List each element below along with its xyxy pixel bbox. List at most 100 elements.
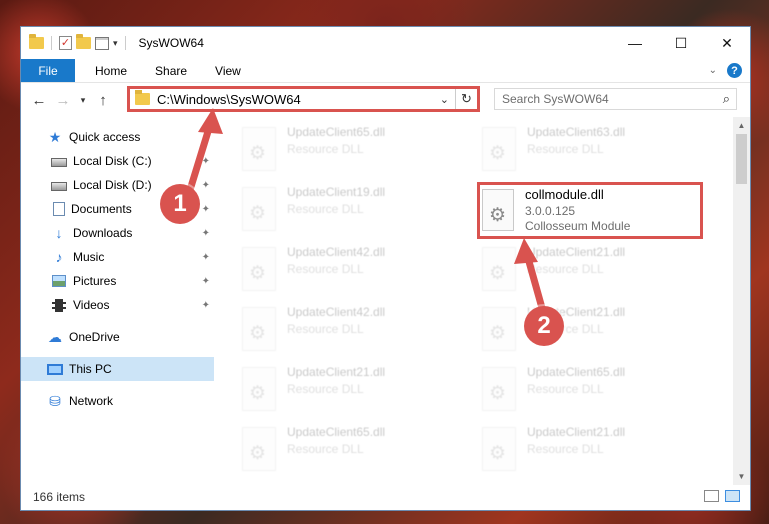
file-name: UpdateClient65.dll: [287, 425, 386, 439]
sidebar-item-music[interactable]: ♪ Music ✦: [21, 245, 214, 269]
sidebar-item-videos[interactable]: Videos ✦: [21, 293, 214, 317]
pin-icon: ✦: [201, 227, 210, 239]
back-button[interactable]: ←: [27, 88, 51, 112]
cloud-icon: ☁: [48, 329, 62, 345]
step-2-badge: 2: [524, 306, 564, 346]
sidebar-item-local-disk-c[interactable]: Local Disk (C:) ✦: [21, 149, 214, 173]
scroll-up-icon[interactable]: ▲: [733, 117, 750, 134]
dll-file-icon: [242, 307, 276, 351]
search-icon[interactable]: ⌕: [723, 91, 730, 107]
tab-view[interactable]: View: [201, 59, 255, 82]
help-icon[interactable]: ?: [727, 63, 742, 78]
list-item[interactable]: UpdateClient21.dllResource DLL: [482, 425, 702, 477]
list-item[interactable]: UpdateClient21.dllResource DLL: [242, 365, 462, 417]
list-item[interactable]: UpdateClient65.dll Resource DLL: [242, 125, 462, 177]
sidebar-item-downloads[interactable]: ↓ Downloads ✦: [21, 221, 214, 245]
list-item[interactable]: UpdateClient42.dll Resource DLL: [242, 305, 462, 357]
large-icons-view-icon[interactable]: [725, 490, 740, 502]
pictures-icon: [52, 275, 66, 287]
folder-icon: [29, 34, 44, 49]
list-item[interactable]: UpdateClient21.dll Resource DLL: [482, 245, 702, 297]
step-1-badge: 1: [160, 184, 200, 224]
file-type: Resource DLL: [527, 262, 604, 276]
search-input[interactable]: Search SysWOW64 ⌕: [494, 88, 737, 110]
recent-locations-chevron-icon[interactable]: ▾: [75, 88, 91, 112]
refresh-icon[interactable]: ↻: [455, 89, 477, 109]
list-item[interactable]: UpdateClient42.dll Resource DLL: [242, 245, 462, 297]
expand-ribbon-chevron-icon[interactable]: ⌄: [709, 65, 717, 76]
sidebar-item-label: Local Disk (D:): [73, 178, 152, 192]
file-name: collmodule.dll: [525, 187, 604, 202]
list-item[interactable]: UpdateClient19.dll Resource DLL: [242, 185, 462, 237]
sidebar-item-label: Network: [69, 394, 114, 408]
navigation-pane: ★ Quick access Local Disk (C:) ✦ Local D…: [21, 117, 214, 485]
disk-icon: [51, 182, 67, 191]
file-type: Resource DLL: [287, 442, 364, 456]
dll-file-icon: [482, 247, 516, 291]
sidebar-item-onedrive[interactable]: ☁ OneDrive: [21, 325, 214, 349]
quick-access-toolbar: ✓ ▾ SysWOW64: [21, 34, 204, 50]
checkmark-properties-icon[interactable]: ✓: [59, 36, 72, 50]
dll-file-icon: [482, 127, 516, 171]
list-item[interactable]: collmodule.dll 3.0.0.125 Collosseum Modu…: [482, 187, 702, 239]
file-name: UpdateClient21.dll: [527, 425, 626, 439]
file-type: Resource DLL: [287, 202, 364, 216]
new-folder-icon[interactable]: [76, 34, 91, 49]
address-dropdown-chevron-icon[interactable]: ⌄: [440, 93, 449, 106]
details-view-icon[interactable]: [704, 490, 719, 502]
file-type: Resource DLL: [287, 322, 364, 336]
ribbon-right-controls: ⌄ ?: [709, 63, 742, 78]
tab-share[interactable]: Share: [141, 59, 201, 82]
sidebar-item-quick-access[interactable]: ★ Quick access: [21, 125, 214, 149]
file-type: Resource DLL: [287, 142, 364, 156]
sidebar-item-label: This PC: [69, 362, 112, 376]
title-bar: ✓ ▾ SysWOW64 — ☐ ✕: [21, 27, 750, 59]
close-button[interactable]: ✕: [704, 27, 750, 59]
toolbar-divider: [51, 36, 52, 50]
dll-file-icon: [242, 247, 276, 291]
star-icon: ★: [48, 129, 62, 145]
vertical-scrollbar[interactable]: ▲ ▼: [733, 117, 750, 485]
maximize-button[interactable]: ☐: [658, 27, 704, 59]
sidebar-item-this-pc[interactable]: This PC: [21, 357, 214, 381]
status-bar: 166 items: [21, 483, 750, 510]
highlighted-file[interactable]: collmodule.dll 3.0.0.125 Collosseum Modu…: [477, 182, 703, 239]
address-bar[interactable]: C:\Windows\SysWOW64 ⌄ ↻: [127, 86, 480, 112]
up-button[interactable]: ↑: [91, 88, 115, 112]
list-item[interactable]: UpdateClient21.dllResource DLL: [482, 305, 702, 357]
dll-file-icon: [242, 367, 276, 411]
file-name: UpdateClient21.dll: [527, 245, 626, 259]
pin-icon: ✦: [201, 179, 210, 191]
sidebar-item-label: Documents: [71, 202, 132, 216]
pin-icon: ✦: [201, 203, 210, 215]
tab-file[interactable]: File: [21, 59, 75, 82]
sidebar-item-pictures[interactable]: Pictures ✦: [21, 269, 214, 293]
scrollbar-thumb[interactable]: [736, 134, 747, 184]
address-row: ← → ▾ ↑ C:\Windows\SysWOW64 ⌄ ↻ Search S…: [21, 83, 750, 117]
view-toggle: [704, 490, 740, 502]
toolbar-divider: [124, 36, 126, 50]
file-name: UpdateClient42.dll: [287, 305, 386, 319]
folder-icon: [135, 90, 150, 105]
file-type: Resource DLL: [527, 142, 604, 156]
sidebar-item-label: Videos: [73, 298, 110, 312]
file-name: UpdateClient19.dll: [287, 185, 386, 199]
forward-button[interactable]: →: [51, 88, 75, 112]
download-icon: ↓: [55, 225, 63, 241]
address-path[interactable]: C:\Windows\SysWOW64: [157, 92, 440, 107]
pin-icon: ✦: [201, 275, 210, 287]
dll-file-icon: [242, 427, 276, 471]
dll-file-icon: [482, 427, 516, 471]
tab-home[interactable]: Home: [81, 59, 141, 82]
window-controls: — ☐ ✕: [612, 27, 750, 59]
list-item[interactable]: UpdateClient63.dll Resource DLL: [482, 125, 702, 177]
list-item[interactable]: UpdateClient65.dll Resource DLL: [482, 365, 702, 417]
customize-toolbar-chevron-icon[interactable]: ▾: [113, 38, 118, 49]
sidebar-item-network[interactable]: ⛁ Network: [21, 389, 214, 413]
properties-icon[interactable]: [95, 36, 109, 50]
list-item[interactable]: UpdateClient65.dll Resource DLL: [242, 425, 462, 477]
sidebar-item-label: Pictures: [73, 274, 117, 288]
disk-icon: [51, 158, 67, 167]
pin-icon: ✦: [201, 299, 210, 311]
minimize-button[interactable]: —: [612, 27, 658, 59]
